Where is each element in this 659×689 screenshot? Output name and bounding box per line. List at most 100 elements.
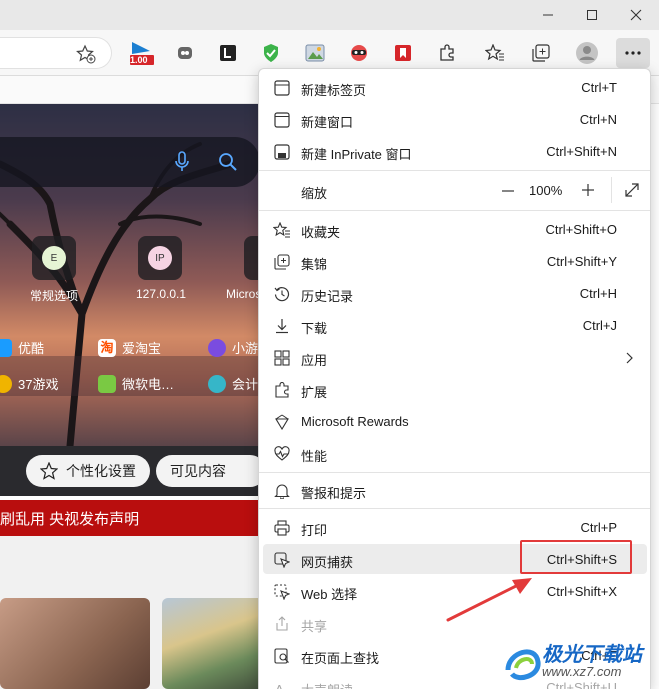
quick-link-youku[interactable]: 优酷: [0, 338, 44, 357]
visible-content-label: 可见内容: [170, 463, 226, 479]
menu-downloads-shortcut: Ctrl+J: [582, 318, 617, 333]
menu-print[interactable]: 打印 Ctrl+P: [263, 512, 647, 542]
svg-text:A: A: [275, 682, 284, 689]
menu-divider: [259, 472, 650, 473]
download-icon: [273, 317, 291, 335]
address-bar[interactable]: [0, 37, 112, 69]
search-box[interactable]: [0, 137, 260, 187]
add-favorite-icon[interactable]: [76, 44, 96, 64]
menu-read-aloud-label: 大声朗读: [301, 680, 353, 689]
quick-link-game-label: 小游: [232, 341, 259, 356]
minimize-button[interactable]: [525, 0, 571, 30]
visible-content-button[interactable]: 可见内容: [156, 455, 266, 487]
menu-divider: [259, 508, 650, 509]
extension-shield-icon[interactable]: [256, 38, 286, 68]
menu-history-label: 历史记录: [301, 289, 354, 304]
plus-icon: [582, 184, 594, 196]
newtab-action-bar: 个性化设置 可见内容: [0, 446, 270, 496]
menu-favorites[interactable]: 收藏夹 Ctrl+Shift+O: [263, 214, 647, 244]
menu-alerts[interactable]: 警报和提示: [263, 475, 647, 505]
extension-speed-icon[interactable]: 1.00: [126, 38, 156, 68]
menu-history-shortcut: Ctrl+H: [579, 286, 617, 301]
maximize-button[interactable]: [569, 0, 615, 30]
menu-share-label: 共享: [301, 619, 328, 634]
bell-icon: [273, 482, 291, 500]
collections-icon[interactable]: [526, 38, 556, 68]
site-tile-0-label: 常规选项: [30, 289, 79, 303]
zoom-value: 100%: [529, 183, 563, 198]
chevron-right-icon: [625, 351, 633, 369]
find-icon: [273, 647, 291, 665]
watermark-title: 极光下载站: [542, 644, 642, 666]
menu-history[interactable]: 历史记录 Ctrl+H: [263, 278, 647, 308]
menu-performance[interactable]: 性能: [263, 438, 647, 468]
web-select-icon: [273, 583, 291, 601]
microphone-icon[interactable]: [174, 151, 190, 173]
extension-bookmark-icon[interactable]: [388, 38, 418, 68]
menu-print-label: 打印: [301, 523, 328, 538]
menu-web-select-label: Web 选择: [301, 587, 358, 602]
site-tile-1[interactable]: IP: [138, 236, 182, 280]
quick-link-youku-label: 优酷: [18, 341, 45, 356]
settings-more-button[interactable]: [616, 38, 650, 68]
extension-l-icon[interactable]: [213, 38, 243, 68]
menu-web-select-shortcut: Ctrl+Shift+X: [546, 584, 617, 599]
site-tile-0[interactable]: E: [32, 236, 76, 280]
newtab-background: E 常规选项 IP 127.0.0.1 Micros 优酷 淘 爱淘宝 小游 3…: [0, 104, 270, 446]
extension-ghost-icon[interactable]: [170, 38, 200, 68]
fullscreen-button[interactable]: [623, 181, 641, 199]
menu-collections-shortcut: Ctrl+Shift+Y: [546, 254, 617, 269]
zoom-divider: [611, 177, 612, 203]
quick-link-game[interactable]: 小游: [208, 338, 258, 357]
youku-icon: [0, 338, 12, 357]
zoom-out-button[interactable]: [499, 182, 517, 200]
news-photo-2[interactable]: [162, 598, 270, 689]
menu-find-on-page-label: 在页面上查找: [301, 651, 380, 666]
menu-new-inprivate-shortcut: Ctrl+Shift+N: [546, 144, 617, 159]
search-icon[interactable]: [218, 152, 238, 172]
news-banner[interactable]: 刷乱用 央视发布声明: [0, 500, 270, 536]
menu-apps[interactable]: 应用: [263, 342, 647, 372]
news-photo-1[interactable]: [0, 598, 150, 689]
menu-rewards-label: Microsoft Rewards: [301, 414, 409, 429]
menu-extensions-label: 扩展: [301, 385, 328, 400]
maximize-icon: [587, 10, 597, 20]
menu-collections-label: 集锦: [301, 257, 328, 272]
favorites-icon[interactable]: [480, 38, 510, 68]
menu-new-inprivate[interactable]: 新建 InPrivate 窗口 Ctrl+Shift+N: [263, 136, 647, 166]
personalize-label: 个性化设置: [66, 463, 136, 479]
menu-downloads-label: 下载: [301, 321, 328, 336]
personalize-button[interactable]: 个性化设置: [26, 455, 150, 487]
close-icon: [630, 9, 642, 21]
extensions-puzzle-icon[interactable]: [432, 38, 462, 68]
quick-link-37games[interactable]: 37游戏: [0, 374, 58, 393]
profile-avatar[interactable]: [572, 38, 602, 68]
menu-divider: [259, 170, 650, 171]
more-icon: [625, 51, 641, 55]
quick-link-37games-label: 37游戏: [18, 377, 59, 392]
menu-new-window[interactable]: 新建窗口 Ctrl+N: [263, 104, 647, 134]
taobao-icon: 淘: [98, 338, 116, 357]
menu-rewards[interactable]: Microsoft Rewards: [263, 406, 647, 436]
menu-print-shortcut: Ctrl+P: [580, 520, 617, 535]
menu-new-inprivate-label: 新建 InPrivate 窗口: [301, 147, 412, 162]
37games-icon: [0, 374, 12, 393]
menu-collections[interactable]: 集锦 Ctrl+Shift+Y: [263, 246, 647, 276]
zoom-in-button[interactable]: [579, 181, 597, 199]
site-tile-1-label: 127.0.0.1: [136, 287, 187, 301]
quick-link-accounting[interactable]: 会计: [208, 374, 258, 393]
minus-icon: [502, 190, 514, 192]
extension-image-icon[interactable]: [300, 38, 330, 68]
extension-face-icon[interactable]: [344, 38, 374, 68]
heart-pulse-icon: [273, 445, 291, 463]
menu-extensions[interactable]: 扩展: [263, 374, 647, 404]
menu-favorites-shortcut: Ctrl+Shift+O: [545, 222, 617, 237]
zoom-label: 缩放: [301, 186, 328, 201]
menu-downloads[interactable]: 下载 Ctrl+J: [263, 310, 647, 340]
quick-link-microsoft[interactable]: 微软电…: [98, 374, 174, 393]
close-button[interactable]: [613, 0, 659, 30]
site-tile-0-letter: E: [42, 246, 66, 270]
menu-new-tab[interactable]: 新建标签页 Ctrl+T: [263, 72, 647, 102]
web-capture-icon: [273, 551, 291, 569]
quick-link-taobao[interactable]: 淘 爱淘宝: [98, 338, 161, 357]
